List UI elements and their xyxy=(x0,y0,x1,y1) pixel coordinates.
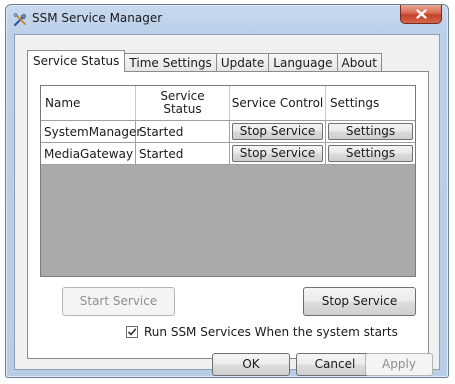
tools-icon xyxy=(13,13,27,27)
service-status-panel: Name Service Status Service Control Sett… xyxy=(27,71,429,359)
start-service-button[interactable]: Start Service xyxy=(62,287,175,316)
cancel-button[interactable]: Cancel xyxy=(296,353,374,376)
service-name-cell: MediaGateway xyxy=(41,143,136,164)
stop-service-row-button[interactable]: Stop Service xyxy=(232,145,323,162)
settings-cell: Settings xyxy=(326,121,415,142)
column-header-service-status[interactable]: Service Status xyxy=(136,86,230,120)
column-header-settings[interactable]: Settings xyxy=(326,86,415,120)
settings-row-button[interactable]: Settings xyxy=(328,145,413,162)
service-control-cell: Stop Service xyxy=(230,121,326,142)
service-name-cell: SystemManager xyxy=(41,121,141,142)
ssm-service-manager-window: SSM Service Manager Service Status Time … xyxy=(5,4,449,378)
column-header-service-status-label: Service Status xyxy=(160,89,205,116)
window-title: SSM Service Manager xyxy=(32,11,163,25)
tab-language[interactable]: Language xyxy=(268,53,338,72)
autostart-checkbox[interactable] xyxy=(126,326,138,338)
service-status-cell: Started xyxy=(136,143,230,164)
tab-about[interactable]: About xyxy=(336,53,382,72)
ok-button[interactable]: OK xyxy=(212,353,290,376)
title-bar[interactable]: SSM Service Manager xyxy=(6,5,448,33)
tab-time-settings[interactable]: Time Settings xyxy=(124,53,217,72)
stop-service-row-button[interactable]: Stop Service xyxy=(232,123,323,140)
close-icon xyxy=(416,9,427,19)
table-row[interactable]: MediaGateway Started Stop Service Settin… xyxy=(41,143,415,165)
column-header-name[interactable]: Name xyxy=(41,86,136,120)
apply-button[interactable]: Apply xyxy=(365,353,433,376)
tab-service-status[interactable]: Service Status xyxy=(27,50,126,72)
tab-update[interactable]: Update xyxy=(215,53,270,72)
dialog-client-area: Service Status Time Settings Update Lang… xyxy=(14,34,440,376)
stop-service-button[interactable]: Stop Service xyxy=(303,287,416,316)
column-header-service-control[interactable]: Service Control xyxy=(230,86,326,120)
checkmark-icon xyxy=(127,328,137,336)
autostart-option[interactable]: Run SSM Services When the system starts xyxy=(126,325,398,339)
service-status-cell: Started xyxy=(136,121,230,142)
settings-row-button[interactable]: Settings xyxy=(328,123,413,140)
grid-header: Name Service Status Service Control Sett… xyxy=(41,86,415,121)
table-row[interactable]: SystemManager Started Stop Service Setti… xyxy=(41,121,415,143)
settings-cell: Settings xyxy=(326,143,415,164)
service-control-cell: Stop Service xyxy=(230,143,326,164)
close-button[interactable] xyxy=(400,5,442,24)
autostart-label: Run SSM Services When the system starts xyxy=(144,325,398,339)
service-grid: Name Service Status Service Control Sett… xyxy=(40,85,416,277)
tab-strip: Service Status Time Settings Update Lang… xyxy=(27,50,382,72)
